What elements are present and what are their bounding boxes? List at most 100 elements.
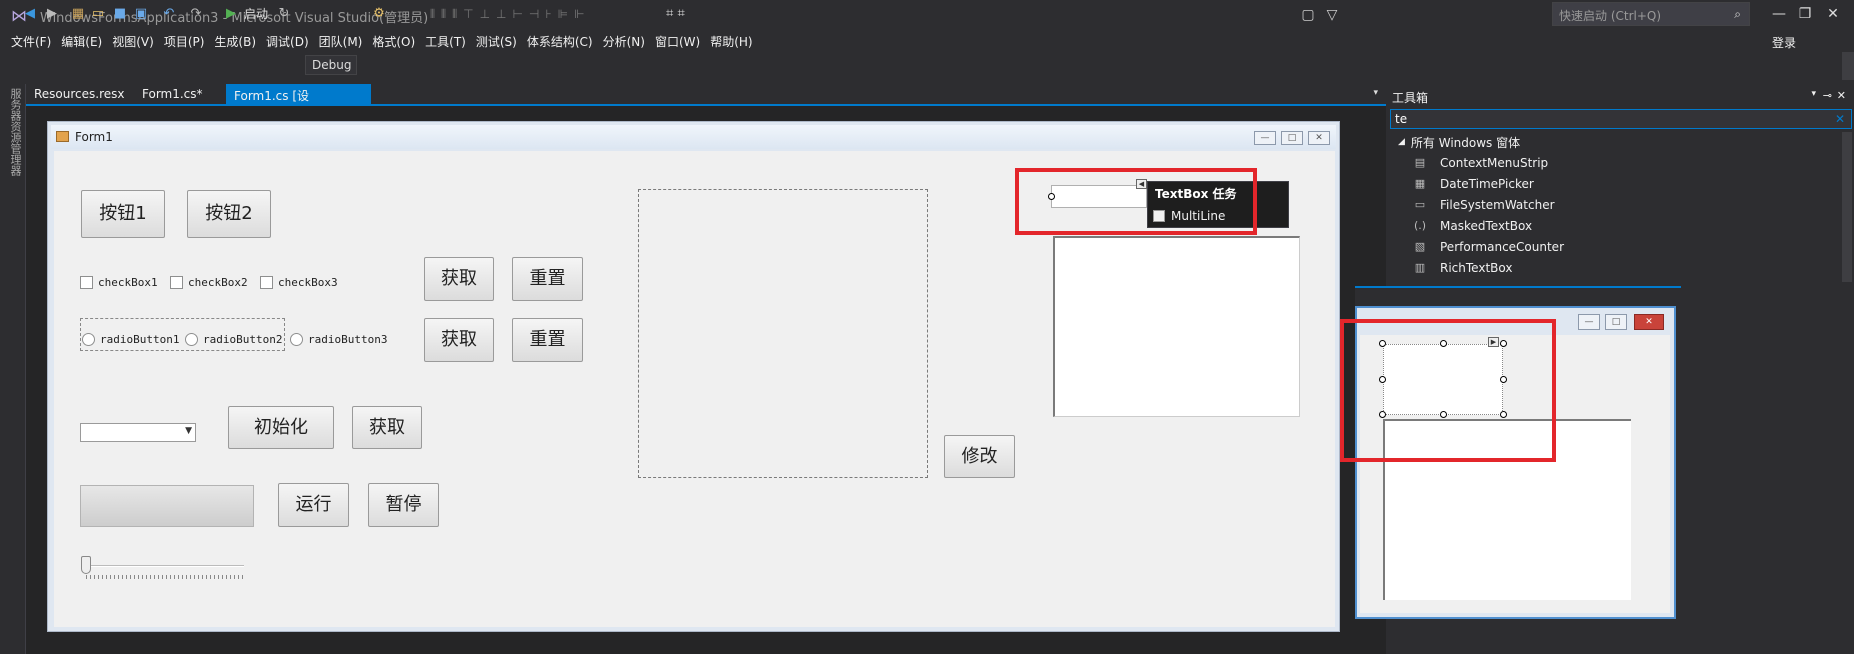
menu-help[interactable]: 帮助(H) bbox=[707, 30, 759, 52]
radio-button-1[interactable]: radioButton1 bbox=[82, 333, 179, 346]
menu-test[interactable]: 测试(S) bbox=[473, 30, 524, 52]
checkbox-label: checkBox1 bbox=[98, 276, 158, 289]
find-icon[interactable]: ⚙ bbox=[370, 5, 388, 23]
menu-project[interactable]: 项目(P) bbox=[161, 30, 212, 52]
button1[interactable]: 按钮1 bbox=[81, 190, 165, 238]
minimize-button[interactable]: — bbox=[1766, 4, 1792, 24]
start-button-label[interactable]: 启动 bbox=[241, 5, 271, 23]
radio-circle[interactable] bbox=[185, 333, 198, 346]
toolbox-item-performancecounter[interactable]: ▧ PerformanceCounter bbox=[1412, 237, 1564, 257]
toolbox-pin-icon[interactable]: ⊸ bbox=[1823, 89, 1832, 102]
checkbox-label: checkBox2 bbox=[188, 276, 248, 289]
quick-launch-input[interactable]: 快速启动 (Ctrl+Q) ⌕ bbox=[1552, 2, 1750, 26]
form-close-icon: ✕ bbox=[1308, 131, 1330, 145]
toolbox-search-input[interactable]: te ✕ bbox=[1390, 109, 1852, 129]
configuration-dropdown[interactable]: Debug bbox=[305, 55, 357, 75]
refresh-icon[interactable]: ↻ bbox=[276, 5, 292, 23]
login-link[interactable]: 登录 bbox=[1772, 34, 1796, 51]
run-button[interactable]: 运行 bbox=[278, 483, 349, 527]
toolbox-title: 工具箱 bbox=[1392, 91, 1429, 105]
rich-text-box[interactable] bbox=[1053, 236, 1300, 417]
toolbox-group-header[interactable]: ◢ 所有 Windows 窗体 bbox=[1398, 132, 1520, 152]
feedback-icon[interactable]: ▢ bbox=[1298, 5, 1318, 25]
modify-button[interactable]: 修改 bbox=[944, 435, 1015, 478]
clear-search-icon[interactable]: ✕ bbox=[1835, 112, 1845, 126]
toolbox-item-maskedtextbox[interactable]: (.) MaskedTextBox bbox=[1412, 216, 1532, 236]
close-window-button[interactable]: ✕ bbox=[1820, 4, 1846, 24]
toolbox-search-value: te bbox=[1395, 112, 1408, 126]
init-button[interactable]: 初始化 bbox=[228, 406, 334, 449]
tab-form1-cs[interactable]: Form1.cs* bbox=[134, 84, 224, 106]
menu-tools[interactable]: 工具(T) bbox=[422, 30, 473, 52]
restore-button[interactable]: ❐ bbox=[1792, 4, 1818, 24]
overlay-close-icon: ✕ bbox=[1634, 314, 1664, 330]
radio-label: radioButton1 bbox=[100, 333, 180, 346]
toolbox-close-icon[interactable]: ✕ bbox=[1837, 89, 1846, 102]
radio-circle[interactable] bbox=[290, 333, 303, 346]
layout-tools-icons[interactable]: ⌗ ⌗ bbox=[666, 5, 706, 23]
open-file-icon[interactable]: ▭ bbox=[90, 5, 106, 23]
menu-architecture[interactable]: 体系结构(C) bbox=[524, 30, 600, 52]
radio-button-3[interactable]: radioButton3 bbox=[290, 333, 387, 346]
configuration-value: Debug bbox=[312, 58, 352, 72]
checkbox2[interactable]: checkBox2 bbox=[170, 276, 248, 289]
menu-format[interactable]: 格式(O) bbox=[369, 30, 422, 52]
performance-counter-icon: ▧ bbox=[1414, 240, 1426, 253]
undo-icon[interactable]: ↶ bbox=[161, 5, 177, 23]
redo-icon[interactable]: ↷ bbox=[188, 5, 204, 23]
toolbox-item-contextmenustrip[interactable]: ▤ ContextMenuStrip bbox=[1412, 153, 1548, 173]
toolbox-item-label: PerformanceCounter bbox=[1440, 240, 1564, 254]
checkbox-box[interactable] bbox=[260, 276, 273, 289]
menu-analyze[interactable]: 分析(N) bbox=[600, 30, 652, 52]
toolbox-scrollbar[interactable] bbox=[1842, 132, 1852, 282]
menu-team[interactable]: 团队(M) bbox=[316, 30, 370, 52]
get-button-2[interactable]: 获取 bbox=[424, 318, 494, 362]
menu-window[interactable]: 窗口(W) bbox=[652, 30, 707, 52]
menu-debug[interactable]: 调试(D) bbox=[263, 30, 316, 52]
start-icon[interactable]: ▶ bbox=[224, 5, 238, 23]
save-icon[interactable]: ■ bbox=[112, 5, 128, 23]
combo-box[interactable]: ▼ bbox=[80, 423, 196, 442]
menu-view[interactable]: 视图(V) bbox=[109, 30, 161, 52]
tab-dropdown-icon[interactable]: ▾ bbox=[1373, 88, 1378, 98]
progress-bar bbox=[80, 485, 254, 527]
tab-form1-designer[interactable]: Form1.cs [设计]*⊸✕ bbox=[226, 84, 371, 120]
radio-circle[interactable] bbox=[82, 333, 95, 346]
toolbox-item-filesystemwatcher[interactable]: ▭ FileSystemWatcher bbox=[1412, 195, 1555, 215]
overlay-maximize-icon: □ bbox=[1605, 314, 1627, 330]
menu-build[interactable]: 生成(B) bbox=[211, 30, 263, 52]
button2[interactable]: 按钮2 bbox=[187, 190, 271, 238]
checkbox-box[interactable] bbox=[80, 276, 93, 289]
menu-edit[interactable]: 编辑(E) bbox=[58, 30, 109, 52]
forward-icon[interactable]: ▶ bbox=[44, 5, 60, 23]
toolbox-menu-icon[interactable]: ▾ bbox=[1811, 89, 1816, 99]
checkbox-box[interactable] bbox=[170, 276, 183, 289]
menu-file[interactable]: 文件(F) bbox=[8, 30, 58, 52]
tab-label: Form1.cs* bbox=[142, 87, 203, 101]
reset-button-2[interactable]: 重置 bbox=[512, 318, 583, 362]
pause-button[interactable]: 暂停 bbox=[368, 483, 439, 527]
get-button-1[interactable]: 获取 bbox=[424, 257, 494, 301]
filter-icon[interactable]: ▽ bbox=[1322, 5, 1342, 25]
back-icon[interactable]: ◀ bbox=[22, 5, 38, 23]
search-icon: ⌕ bbox=[1734, 7, 1741, 21]
save-all-icon[interactable]: ▣ bbox=[133, 5, 149, 23]
picture-box[interactable] bbox=[638, 189, 928, 478]
align-tools-icons[interactable]: ⫴⫴⫴⊤⊥⊥⊢⊣⊦⊫⊩ bbox=[430, 5, 630, 23]
checkbox3[interactable]: checkBox3 bbox=[260, 276, 338, 289]
radio-button-2[interactable]: radioButton2 bbox=[185, 333, 282, 346]
toolbox-item-label: RichTextBox bbox=[1440, 261, 1513, 275]
tab-resources-resx[interactable]: Resources.resx bbox=[26, 84, 136, 106]
get-button-3[interactable]: 获取 bbox=[352, 406, 422, 449]
trackbar-ticks bbox=[86, 575, 244, 579]
toolbar-overflow[interactable] bbox=[1842, 52, 1854, 80]
chevron-down-icon[interactable]: ▼ bbox=[185, 426, 192, 436]
trackbar-thumb[interactable] bbox=[81, 556, 91, 574]
toolbox-item-richtextbox[interactable]: ▥ RichTextBox bbox=[1412, 258, 1513, 278]
reset-button-1[interactable]: 重置 bbox=[512, 257, 583, 301]
toolbox-item-datetimepicker[interactable]: ▦ DateTimePicker bbox=[1412, 174, 1534, 194]
server-explorer-sidebar[interactable]: 服务器资源管理器 bbox=[0, 84, 26, 654]
toolbox-group-label: 所有 Windows 窗体 bbox=[1410, 135, 1521, 150]
checkbox1[interactable]: checkBox1 bbox=[80, 276, 158, 289]
new-project-icon[interactable]: ▦ bbox=[70, 5, 86, 23]
